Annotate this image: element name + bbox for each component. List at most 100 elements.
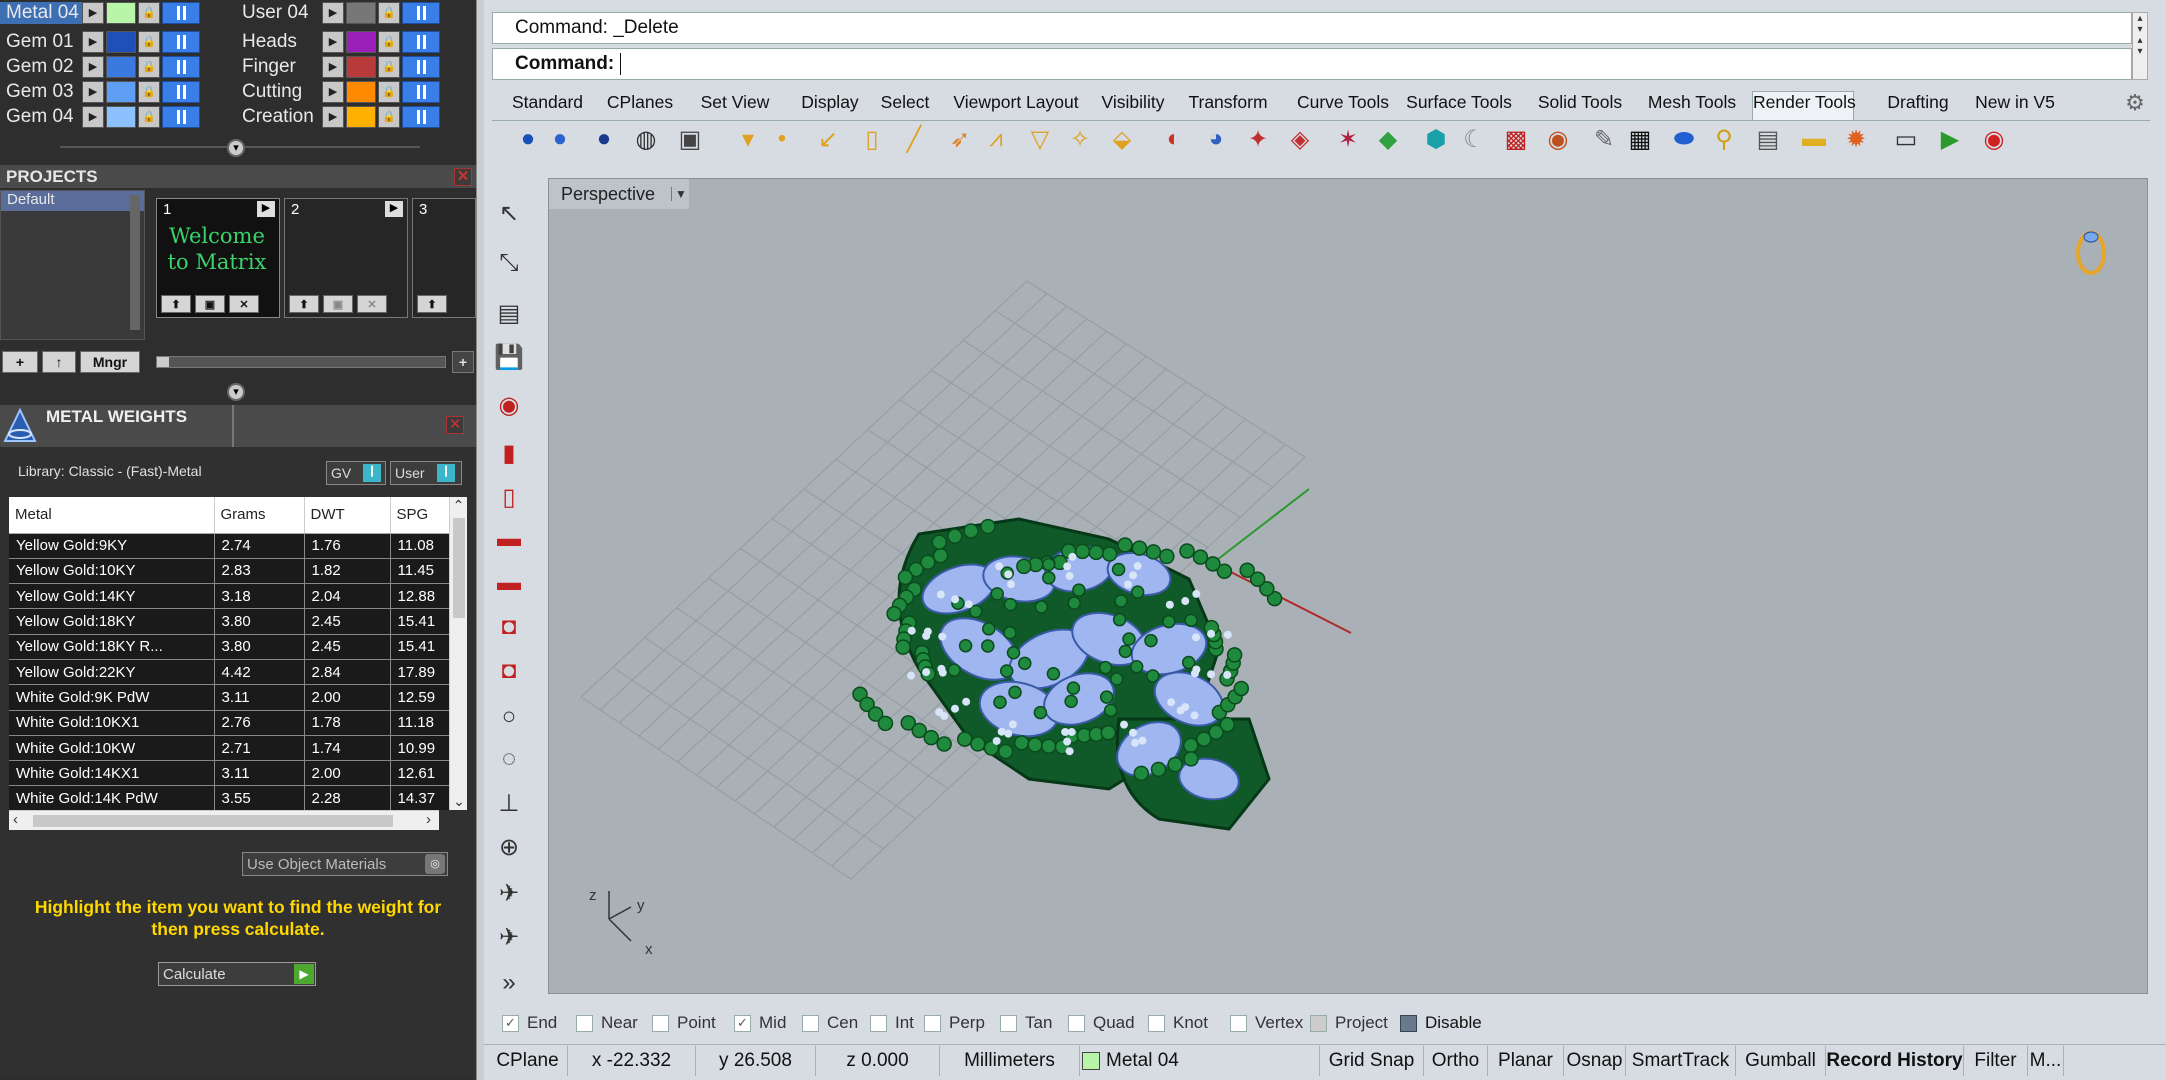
collapse-arrow-icon[interactable]: ▾ <box>227 383 245 401</box>
gear-icon[interactable]: ⚙ <box>2122 90 2148 116</box>
scrollbar[interactable] <box>130 195 140 330</box>
column-header[interactable]: SPG <box>390 497 450 534</box>
play-icon[interactable]: ▶ <box>322 80 344 103</box>
command-prompt[interactable]: Command: <box>492 48 2132 80</box>
osnap-mid[interactable]: ✓ Mid <box>734 1010 786 1036</box>
osnap-perp[interactable]: Perp <box>924 1010 985 1036</box>
materials-dropdown[interactable]: Use Object Materials ◎ <box>242 852 448 876</box>
table-row[interactable]: Yellow Gold:18KY R... 3.80 2.45 15.41 <box>9 634 450 660</box>
plane-icon[interactable]: ✈ <box>492 876 526 910</box>
save-icon[interactable]: ▣ <box>323 295 353 313</box>
add-project-button[interactable]: + <box>2 351 38 373</box>
record-history-toggle[interactable]: Record History <box>1826 1046 1964 1076</box>
tab-cplanes[interactable]: CPlanes <box>600 92 680 118</box>
osnap-point[interactable]: Point <box>652 1010 716 1036</box>
checkbox[interactable] <box>870 1014 887 1032</box>
tool-a-icon[interactable]: ⊥ <box>492 786 526 820</box>
tab-set-view[interactable]: Set View <box>692 92 778 118</box>
column-header[interactable]: Grams <box>214 497 305 534</box>
osnap-end[interactable]: ✓ End <box>502 1010 557 1036</box>
osnap-knot[interactable]: Knot <box>1148 1010 1208 1036</box>
tube-icon[interactable]: ▯ <box>492 480 526 514</box>
lock-icon[interactable]: 🔒 <box>378 30 400 53</box>
lock-icon[interactable]: 🔒 <box>378 105 400 128</box>
car-side2-icon[interactable]: ▬ <box>492 566 526 600</box>
checker-icon[interactable]: ▦ <box>1624 123 1656 155</box>
play-icon[interactable]: ▶ <box>322 30 344 53</box>
spotlight-icon[interactable]: ➶ <box>944 123 976 155</box>
table-row[interactable]: White Gold:14KX1 3.11 2.00 12.61 <box>9 760 450 787</box>
table-row[interactable]: Yellow Gold:14KY 3.18 2.04 12.88 <box>9 583 450 610</box>
play-icon[interactable]: ▶ <box>82 1 104 24</box>
vertical-scrollbar[interactable]: ⌃ ⌄ <box>449 497 467 810</box>
manager-button[interactable]: Mngr <box>80 351 140 373</box>
select-arrow-icon[interactable]: ↖ <box>492 196 526 230</box>
horizontal-scrollbar[interactable]: ‹ › <box>9 810 439 830</box>
layer-color-swatch[interactable] <box>106 55 136 78</box>
lamp-icon[interactable]: ⚲ <box>1708 123 1740 155</box>
battery-icon[interactable]: ▮ <box>492 436 526 470</box>
layer-color-swatch[interactable] <box>346 80 376 103</box>
layer-row[interactable]: Heads ▶ 🔒 <box>236 29 440 54</box>
sun-icon[interactable]: ✹ <box>1840 123 1872 155</box>
lock-icon[interactable]: 🔒 <box>138 55 160 78</box>
tab-drafting[interactable]: Drafting <box>1878 92 1958 118</box>
gv-toggle[interactable]: GV ❙ <box>326 461 386 485</box>
close-icon[interactable]: ✕ <box>446 416 464 434</box>
light-cone-icon[interactable]: ▽ <box>1024 123 1056 155</box>
car-front-icon[interactable]: ◘ <box>492 610 526 644</box>
table-row[interactable]: White Gold:14K PdW 3.55 2.28 14.37 <box>9 785 450 810</box>
tool-b-icon[interactable]: ⊕ <box>492 830 526 864</box>
perspective-viewport[interactable]: Perspective ▼ z y x <box>548 178 2148 994</box>
bomb-icon[interactable]: ● <box>588 123 620 155</box>
visibility-toggle[interactable] <box>402 30 440 53</box>
zoom-plus-button[interactable]: + <box>452 351 474 373</box>
car-front2-icon[interactable]: ◘ <box>492 654 526 688</box>
cube-teal-icon[interactable]: ⬢ <box>1420 123 1452 155</box>
visibility-toggle[interactable] <box>402 105 440 128</box>
save-icon[interactable]: ▣ <box>195 295 225 313</box>
tab-new-in-v5[interactable]: New in V5 <box>1968 92 2062 118</box>
render-window-icon[interactable]: ▣ <box>674 123 706 155</box>
close-icon[interactable]: ✕ <box>454 167 472 186</box>
status-layer[interactable]: Metal 04 <box>1080 1046 1320 1076</box>
layer-color-swatch[interactable] <box>106 30 136 53</box>
car-side-icon[interactable]: ▬ <box>492 522 526 556</box>
table-row[interactable]: White Gold:10KX1 2.76 1.78 11.18 <box>9 710 450 736</box>
osnap-near[interactable]: Near <box>576 1010 638 1036</box>
line-icon[interactable]: ╱ <box>898 123 930 155</box>
car-icon[interactable]: ▤ <box>492 296 526 330</box>
layer-color-swatch[interactable] <box>346 30 376 53</box>
visibility-toggle[interactable] <box>162 1 200 24</box>
play-icon[interactable]: ▶ <box>82 105 104 128</box>
display-icon[interactable]: ▤ <box>1752 123 1784 155</box>
checkbox[interactable]: ✓ <box>502 1014 519 1032</box>
delete-icon[interactable]: ✕ <box>229 295 259 313</box>
user-toggle[interactable]: User ❙ <box>390 461 462 485</box>
play-icon[interactable]: ▶ <box>82 30 104 53</box>
project-slot-2[interactable]: 2 ▶ ⬆ ▣ ✕ <box>284 198 408 318</box>
checkbox[interactable] <box>1230 1014 1247 1032</box>
material-icon[interactable]: ◐ <box>1158 123 1190 155</box>
checkbox[interactable] <box>576 1014 593 1032</box>
layer-row[interactable]: Creation ▶ 🔒 <box>236 104 440 129</box>
tab-visibility[interactable]: Visibility <box>1092 92 1174 118</box>
globe-mesh-icon[interactable]: ◍ <box>630 123 662 155</box>
osnap-vertex[interactable]: Vertex <box>1230 1010 1303 1036</box>
up-arrow-icon[interactable]: ↑ <box>42 351 76 373</box>
layer-color-swatch[interactable] <box>346 105 376 128</box>
lock-icon[interactable]: 🔒 <box>378 80 400 103</box>
gumball-toggle[interactable]: Gumball <box>1736 1046 1826 1076</box>
filmstrip-icon[interactable]: ▭ <box>1890 123 1922 155</box>
car-red-icon[interactable]: ◉ <box>492 388 526 422</box>
layer-row[interactable]: Gem 01 ▶ 🔒 <box>0 29 200 54</box>
command-scroll[interactable]: ▴ ▾ ▴ ▾ <box>2132 12 2148 80</box>
ortho-toggle[interactable]: Ortho <box>1424 1046 1488 1076</box>
osnap-int[interactable]: Int <box>870 1010 914 1036</box>
checkbox[interactable] <box>1310 1014 1327 1032</box>
tab-curve-tools[interactable]: Curve Tools <box>1290 92 1396 118</box>
sphere-render-icon[interactable]: ● <box>512 123 544 155</box>
play-icon[interactable]: ▶ <box>322 1 344 24</box>
tab-surface-tools[interactable]: Surface Tools <box>1400 92 1518 118</box>
load-icon[interactable]: ⬆ <box>161 295 191 313</box>
